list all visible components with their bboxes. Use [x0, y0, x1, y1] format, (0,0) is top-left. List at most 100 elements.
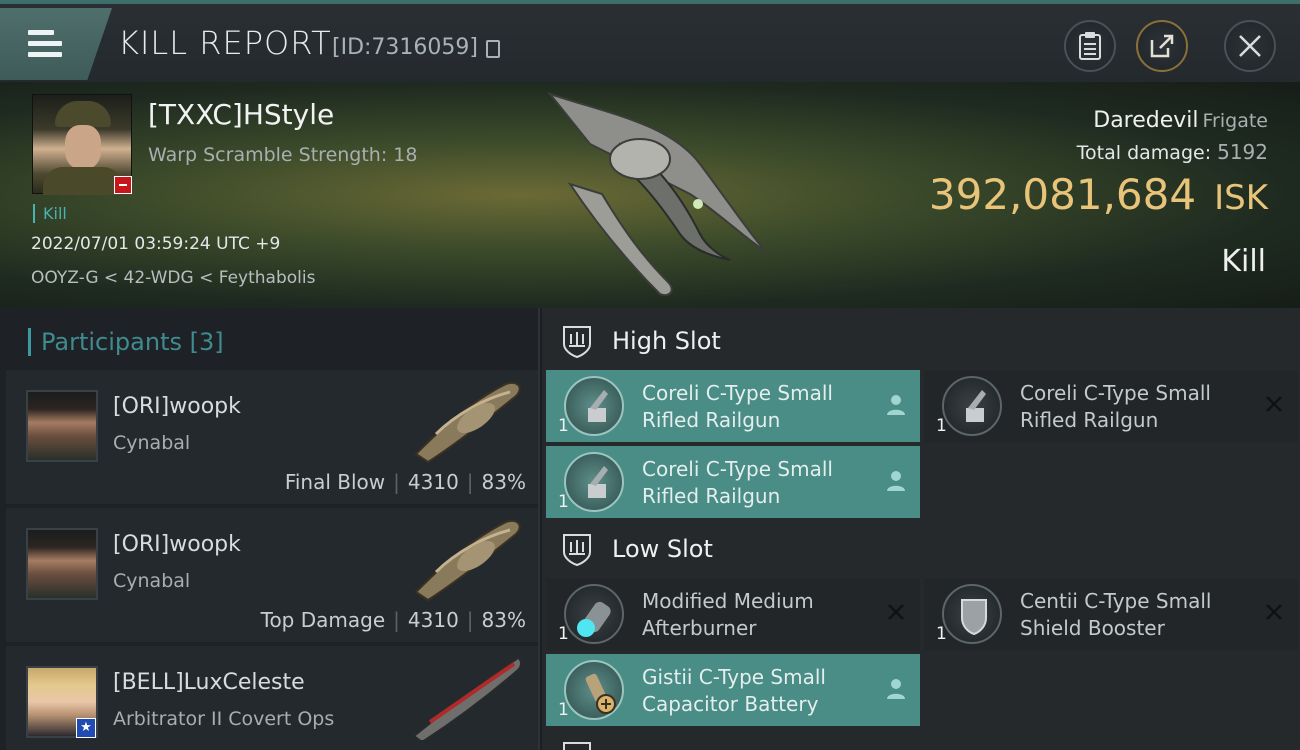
report-id: [ID:7316059] [332, 35, 478, 60]
item-name-line2: Capacitor Battery [642, 692, 819, 716]
participant-avatar [26, 528, 98, 600]
item-name-line2: Rifled Railgun [1020, 408, 1159, 432]
item-name-line1: Centii C-Type Small [1020, 589, 1212, 613]
item-name-line1: Coreli C-Type Small [642, 457, 833, 481]
low-slot-header: Low Slot [560, 524, 713, 574]
participants-title: Participants [41, 328, 182, 356]
close-icon [1239, 35, 1261, 57]
participant-role: Top Damage [260, 608, 386, 632]
slot-icon [563, 742, 591, 750]
participant-ship: Cynabal [113, 570, 191, 592]
participant-row[interactable]: ★ [BELL]LuxCeleste Arbitrator II Covert … [6, 646, 538, 750]
participant-name: [ORI]woopk [113, 532, 241, 557]
kill-tag: Kill [33, 204, 67, 223]
item-quantity: 1 [936, 416, 947, 436]
item-name-line2: Shield Booster [1020, 616, 1165, 640]
fitting-item[interactable]: 1 Coreli C-Type Small Rifled Railgun [924, 370, 1298, 442]
minus-badge-icon [114, 176, 132, 194]
item-name: Modified Medium Afterburner [642, 588, 814, 642]
item-name-line2: Rifled Railgun [642, 408, 781, 432]
victim-ship-name[interactable]: Daredevil Frigate [1093, 108, 1268, 133]
item-name: Coreli C-Type Small Rifled Railgun [642, 380, 833, 434]
destroyed-x-icon [1266, 396, 1282, 412]
destroyed-x-icon [1266, 604, 1282, 620]
participant-role: Final Blow [284, 470, 386, 494]
participant-ship: Arbitrator II Covert Ops [113, 708, 335, 730]
total-damage-label: Total damage: [1076, 142, 1212, 164]
item-quantity: 1 [558, 416, 569, 436]
railgun-icon [564, 376, 624, 436]
destroyed-x-icon [888, 604, 904, 620]
share-button[interactable] [1136, 20, 1188, 72]
isk-value: 392,081,684 ISK [929, 170, 1268, 219]
kill-outcome: Kill [1221, 244, 1266, 279]
page-title: KILL REPORT [118, 24, 332, 62]
item-name: Centii C-Type Small Shield Booster [1020, 588, 1211, 642]
kill-datetime: 2022/07/01 03:59:24 UTC +9 [31, 234, 281, 254]
item-name: Coreli C-Type Small Rifled Railgun [642, 456, 833, 510]
item-quantity: 1 [558, 624, 569, 644]
warp-scramble-strength: Warp Scramble Strength: 18 [148, 144, 418, 166]
low-slot-icon [563, 534, 591, 566]
item-name-line2: Afterburner [642, 616, 757, 640]
clipboard-button[interactable] [1064, 20, 1116, 72]
participant-name: [ORI]woopk [113, 394, 241, 419]
share-icon [1150, 34, 1174, 58]
victim-ship-image [547, 91, 767, 296]
hamburger-menu-icon [28, 30, 62, 57]
close-button[interactable] [1224, 20, 1276, 72]
clipboard-icon [1079, 32, 1101, 60]
next-slot-header [560, 732, 594, 750]
high-slot-label: High Slot [612, 327, 721, 355]
kill-location[interactable]: OOYZ-G < 42-WDG < Feythabolis [31, 268, 315, 288]
participants-panel: Participants [3] [ORI]woopk Cynabal Fina… [0, 308, 540, 750]
isk-unit: ISK [1214, 178, 1268, 218]
railgun-icon [942, 376, 1002, 436]
item-name-line1: Gistii C-Type Small [642, 665, 826, 689]
person-icon [887, 471, 905, 491]
person-icon [887, 679, 905, 699]
copy-id-icon[interactable] [486, 40, 500, 58]
item-name-line1: Coreli C-Type Small [642, 381, 833, 405]
fitting-item[interactable]: 1 Gistii C-Type Small Capacitor Battery [546, 654, 920, 726]
participant-percent: 83% [481, 470, 526, 494]
participants-header: Participants [3] [28, 328, 224, 356]
participant-percent: 83% [481, 608, 526, 632]
fitting-item[interactable]: 1 Centii C-Type Small Shield Booster [924, 578, 1298, 650]
participant-row[interactable]: [ORI]woopk Cynabal Top Damage | 4310 | 83% [6, 508, 538, 642]
participant-ship: Cynabal [113, 432, 191, 454]
menu-button[interactable] [0, 8, 112, 80]
fitting-item[interactable]: 1 Modified Medium Afterburner [546, 578, 920, 650]
item-name: Coreli C-Type Small Rifled Railgun [1020, 380, 1211, 434]
person-icon [887, 395, 905, 415]
total-damage-value: 5192 [1217, 140, 1268, 164]
total-damage: Total damage: 5192 [1077, 140, 1268, 164]
item-name: Gistii C-Type Small Capacitor Battery [642, 664, 826, 718]
participant-stats: Top Damage | 4310 | 83% [260, 608, 526, 632]
shield-booster-icon [942, 584, 1002, 644]
afterburner-icon [564, 584, 624, 644]
railgun-icon [564, 452, 624, 512]
item-name-line1: Modified Medium [642, 589, 814, 613]
arbitrator-ship-image [412, 656, 522, 740]
item-name-line1: Coreli C-Type Small [1020, 381, 1211, 405]
participant-name: [BELL]LuxCeleste [113, 670, 305, 695]
participant-avatar [26, 390, 98, 462]
ship-class-text: Frigate [1202, 110, 1268, 132]
participant-row[interactable]: [ORI]woopk Cynabal Final Blow | 4310 | 83% [6, 370, 538, 504]
participant-stats: Final Blow | 4310 | 83% [284, 470, 526, 494]
item-quantity: 1 [936, 624, 947, 644]
fitting-item[interactable]: 1 Coreli C-Type Small Rifled Railgun [546, 446, 920, 518]
fitting-item[interactable]: 1 Coreli C-Type Small Rifled Railgun [546, 370, 920, 442]
item-quantity: 1 [558, 492, 569, 512]
capacitor-battery-icon [564, 660, 624, 720]
fitting-panel: High Slot 1 Coreli C-Type Small Rifled Ra… [542, 308, 1300, 750]
item-quantity: 1 [558, 700, 569, 720]
low-slot-label: Low Slot [612, 535, 713, 563]
participant-damage: 4310 [407, 470, 459, 494]
top-bar: KILL REPORT [ID:7316059] [0, 0, 1300, 82]
participant-damage: 4310 [407, 608, 459, 632]
item-name-line2: Rifled Railgun [642, 484, 781, 508]
victim-name[interactable]: [TXXC]HStyle [148, 98, 334, 131]
isk-amount: 392,081,684 [928, 170, 1197, 219]
